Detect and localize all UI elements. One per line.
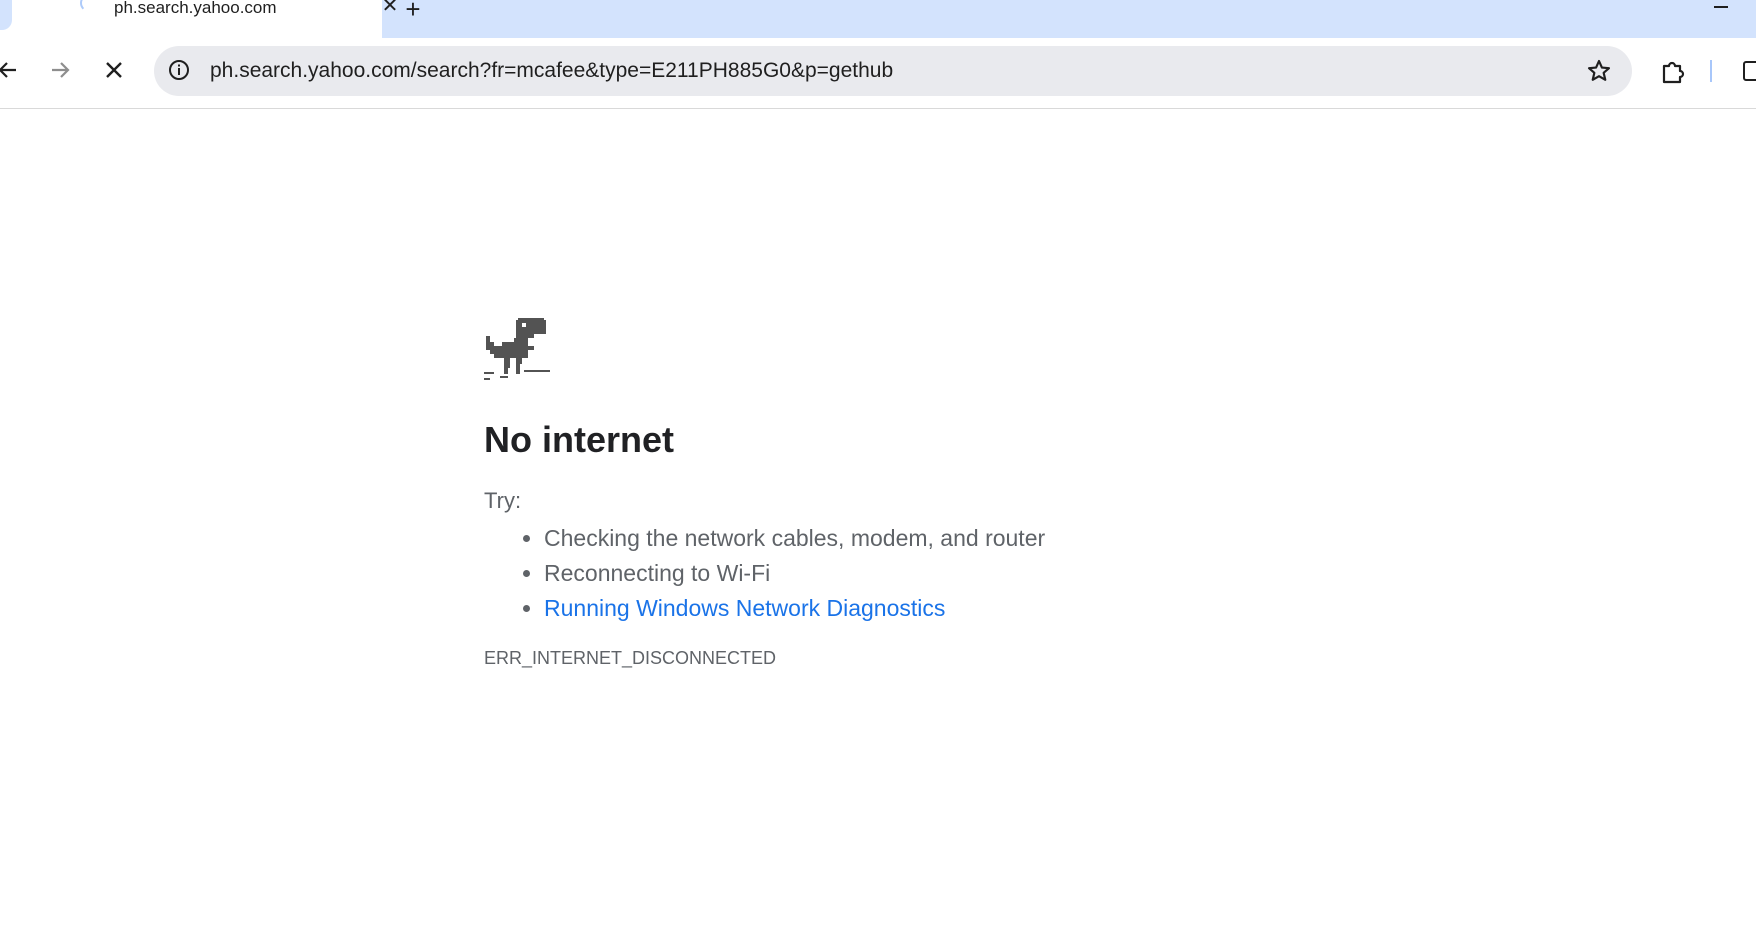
back-arrow-icon bbox=[0, 62, 16, 78]
suggestion-item: Checking the network cables, modem, and … bbox=[544, 521, 1045, 556]
browser-toolbar: ph.search.yahoo.com/search?fr=mcafee&typ… bbox=[0, 38, 1756, 109]
tab-search-button[interactable] bbox=[0, 0, 32, 38]
puzzle-piece-icon[interactable] bbox=[1658, 58, 1686, 86]
new-tab-button[interactable]: + bbox=[400, 0, 426, 25]
suggestion-item: Reconnecting to Wi-Fi bbox=[544, 556, 1045, 591]
url-text[interactable]: ph.search.yahoo.com/search?fr=mcafee&typ… bbox=[210, 59, 893, 83]
suggestion-text: Checking the network cables, modem, and … bbox=[544, 525, 1046, 551]
loading-spinner-icon bbox=[80, 0, 98, 12]
star-icon[interactable] bbox=[1586, 58, 1612, 84]
address-bar[interactable]: ph.search.yahoo.com/search?fr=mcafee&typ… bbox=[154, 46, 1632, 96]
tab-close-button[interactable]: ✕ bbox=[380, 0, 400, 16]
tab-strip: ph.search.yahoo.com ✕ + bbox=[0, 0, 1756, 38]
suggestion-text: Reconnecting to Wi-Fi bbox=[544, 560, 771, 586]
suggestion-list: Checking the network cables, modem, and … bbox=[484, 521, 1045, 626]
forward-button[interactable] bbox=[42, 52, 78, 88]
tab-search-chevron-icon bbox=[0, 0, 12, 30]
forward-arrow-icon bbox=[52, 62, 70, 78]
error-page: No internet Try: Checking the network ca… bbox=[0, 109, 1756, 945]
side-panel-icon[interactable] bbox=[1742, 60, 1756, 82]
minimize-window-button[interactable] bbox=[1710, 0, 1732, 16]
network-diagnostics-link[interactable]: Running Windows Network Diagnostics bbox=[544, 595, 945, 621]
stop-loading-icon bbox=[106, 62, 122, 78]
try-label: Try: bbox=[484, 488, 522, 513]
error-code: ERR_INTERNET_DISCONNECTED bbox=[484, 648, 777, 668]
active-tab[interactable]: ph.search.yahoo.com ✕ bbox=[32, 0, 398, 38]
suggestion-item: Running Windows Network Diagnostics bbox=[544, 591, 1045, 626]
dino-icon bbox=[484, 318, 550, 380]
info-icon[interactable] bbox=[168, 59, 190, 81]
toolbar-divider bbox=[1710, 60, 1712, 82]
back-button[interactable] bbox=[0, 52, 26, 88]
error-title: No internet bbox=[484, 419, 675, 460]
stop-loading-button[interactable] bbox=[96, 52, 132, 88]
tab-title: ph.search.yahoo.com bbox=[114, 0, 277, 17]
